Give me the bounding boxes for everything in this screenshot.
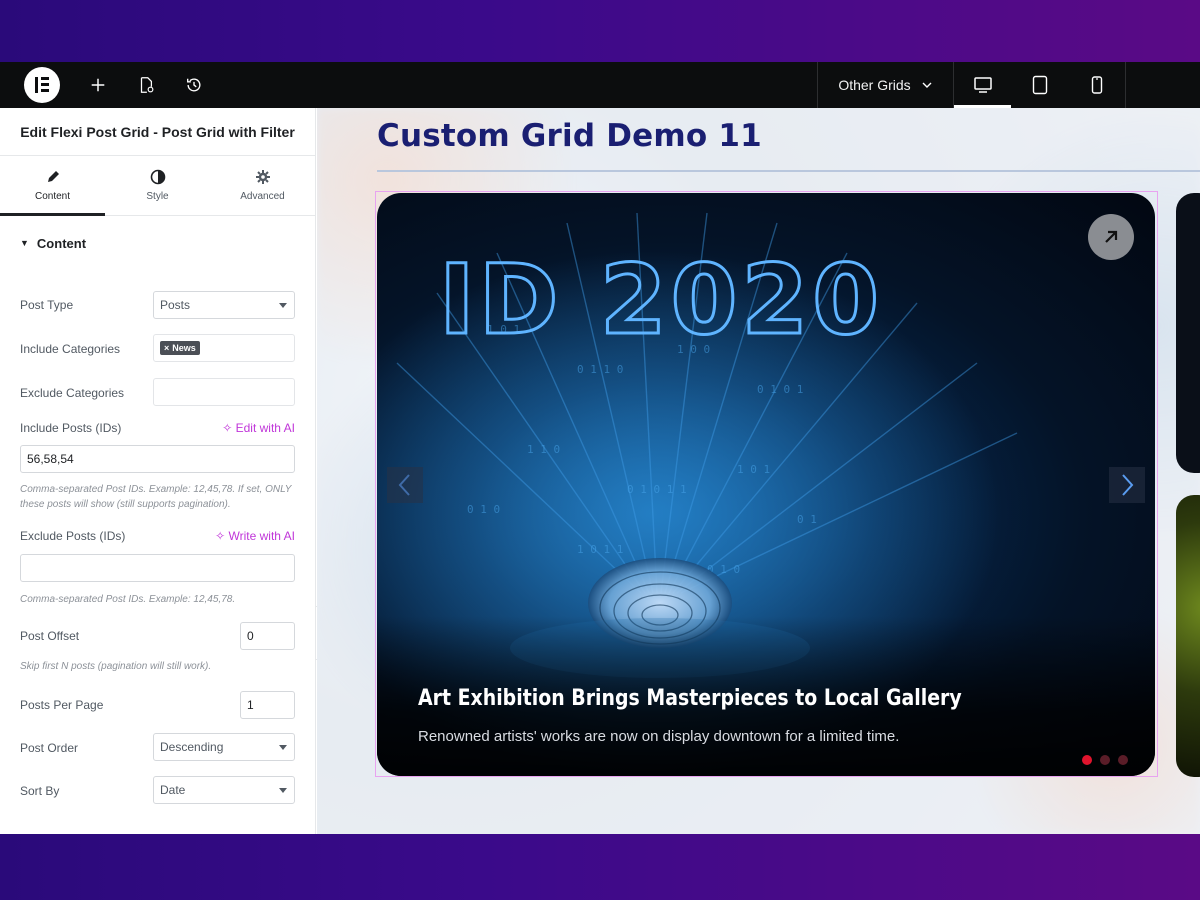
chevron-down-icon [922, 82, 932, 88]
tab-advanced[interactable]: Advanced [210, 156, 315, 215]
post-order-label: Post Order [20, 741, 79, 755]
settings-panel: Edit Flexi Post Grid - Post Grid with Fi… [0, 108, 316, 834]
tab-style-label: Style [146, 191, 169, 202]
include-categories-label: Include Categories [20, 342, 121, 356]
chevron-left-icon [398, 474, 410, 496]
include-posts-hint: Comma-separated Post IDs. Example: 12,45… [20, 484, 292, 510]
post-order-select[interactable]: Descending [153, 733, 295, 761]
content-section-toggle[interactable]: ▼ Content [0, 218, 315, 268]
tablet-view-button[interactable] [1011, 62, 1068, 108]
post-card[interactable]: 1 0 10 1 1 01 0 0 0 1 0 11 1 00 1 0 1 1 … [377, 193, 1155, 776]
sort-by-value: Date [160, 783, 186, 797]
tablet-icon [1032, 75, 1047, 95]
page-settings-icon[interactable] [136, 75, 156, 95]
tab-style[interactable]: Style [105, 156, 210, 215]
post-offset-value: 0 [247, 629, 254, 643]
include-categories-field[interactable]: × News [153, 334, 295, 362]
posts-per-page-input[interactable]: 1 [240, 691, 295, 719]
category-tag[interactable]: × News [160, 341, 200, 355]
chevron-right-icon [1122, 474, 1134, 496]
sort-by-select[interactable]: Date [153, 776, 295, 804]
dropdown-arrow-icon [279, 788, 287, 793]
posts-per-page-value: 1 [247, 698, 254, 712]
svg-text:0 1 1 0: 0 1 1 0 [577, 363, 623, 376]
exclude-posts-label: Exclude Posts (IDs) [20, 529, 126, 543]
ai-sparkle-icon: ✧ [215, 529, 226, 543]
include-posts-input[interactable]: 56,58,54 [20, 445, 295, 473]
write-with-ai-link[interactable]: ✧ Write with AI [215, 529, 295, 543]
posts-per-page-label: Posts Per Page [20, 698, 104, 712]
svg-text:1 0 1: 1 0 1 [737, 463, 770, 476]
exclude-posts-hint: Comma-separated Post IDs. Example: 12,45… [20, 594, 236, 605]
other-grids-label: Other Grids [838, 77, 911, 93]
tab-content[interactable]: Content [0, 156, 105, 216]
post-title[interactable]: Art Exhibition Brings Masterpieces to Lo… [418, 686, 962, 711]
post-type-select[interactable]: Posts [153, 291, 295, 319]
dropdown-arrow-icon [279, 745, 287, 750]
title-divider [377, 170, 1200, 172]
svg-text:1 1 0: 1 1 0 [527, 443, 560, 456]
slider-dot[interactable] [1100, 755, 1110, 765]
caret-down-icon: ▼ [20, 238, 29, 248]
mobile-icon [1091, 76, 1102, 94]
slider-prev-button[interactable] [387, 467, 423, 503]
gear-icon [255, 170, 270, 184]
slider-pagination [1082, 755, 1128, 765]
post-offset-input[interactable]: 0 [240, 622, 295, 650]
svg-text:0 1 0 1 1: 0 1 0 1 1 [627, 483, 687, 496]
editor-window: Other Grids Edit Flexi Post Grid - Post … [0, 62, 1200, 834]
desktop-view-button[interactable] [954, 62, 1011, 108]
image-headline-text: ID 2020 [439, 244, 883, 356]
contrast-icon [150, 169, 165, 185]
tab-content-label: Content [34, 191, 71, 202]
content-section-title: Content [36, 235, 87, 251]
panel-tabs: Content Style Advanced [0, 156, 315, 216]
add-element-icon[interactable] [88, 75, 108, 95]
exclude-posts-input[interactable] [20, 554, 295, 582]
editor-topbar: Other Grids [0, 62, 1200, 108]
sort-by-label: Sort By [20, 784, 60, 798]
history-icon[interactable] [184, 75, 204, 95]
open-post-button[interactable] [1088, 214, 1134, 260]
post-type-label: Post Type [20, 298, 74, 312]
other-grids-dropdown[interactable]: Other Grids [818, 62, 953, 108]
post-offset-hint: Skip first N posts (pagination will stil… [20, 661, 212, 672]
svg-text:1 0 1 1: 1 0 1 1 [577, 543, 623, 556]
panel-title: Edit Flexi Post Grid - Post Grid with Fi… [0, 108, 315, 156]
next-post-card-bottom[interactable] [1176, 495, 1200, 777]
dropdown-arrow-icon [279, 303, 287, 308]
slider-dot[interactable] [1118, 755, 1128, 765]
post-order-value: Descending [160, 740, 224, 754]
next-post-card-top[interactable] [1176, 193, 1200, 473]
ai-sparkle-icon: ✧ [222, 421, 233, 435]
svg-text:0 1: 0 1 [797, 513, 817, 526]
post-excerpt: Renowned artists' works are now on displ… [418, 728, 900, 745]
pencil-icon [47, 171, 59, 182]
preview-canvas: Custom Grid Demo 11 1 0 1 0 1 1 0 1 0 0 … [317, 108, 1200, 834]
tab-advanced-label: Advanced [240, 191, 285, 202]
page-title: Custom Grid Demo 11 [377, 118, 762, 154]
svg-text:0 1 0 1: 0 1 0 1 [757, 383, 803, 396]
post-type-value: Posts [160, 298, 191, 312]
remove-tag-icon[interactable]: × [164, 343, 169, 353]
desktop-icon [973, 77, 992, 93]
category-tag-label: News [172, 343, 196, 353]
exclude-categories-label: Exclude Categories [20, 386, 125, 400]
mobile-view-button[interactable] [1068, 62, 1125, 108]
arrow-up-right-icon [1105, 230, 1118, 243]
elementor-logo-icon[interactable] [24, 67, 60, 103]
exclude-categories-field[interactable] [153, 378, 295, 406]
include-posts-label: Include Posts (IDs) [20, 421, 122, 435]
slider-dot[interactable] [1082, 755, 1092, 765]
edit-with-ai-link[interactable]: ✧ Edit with AI [222, 421, 295, 435]
include-posts-value: 56,58,54 [27, 452, 74, 466]
write-with-ai-label: Write with AI [228, 529, 295, 543]
edit-with-ai-label: Edit with AI [235, 421, 295, 435]
post-offset-label: Post Offset [20, 629, 80, 643]
svg-text:0 1 0: 0 1 0 [467, 503, 500, 516]
slider-next-button[interactable] [1109, 467, 1145, 503]
